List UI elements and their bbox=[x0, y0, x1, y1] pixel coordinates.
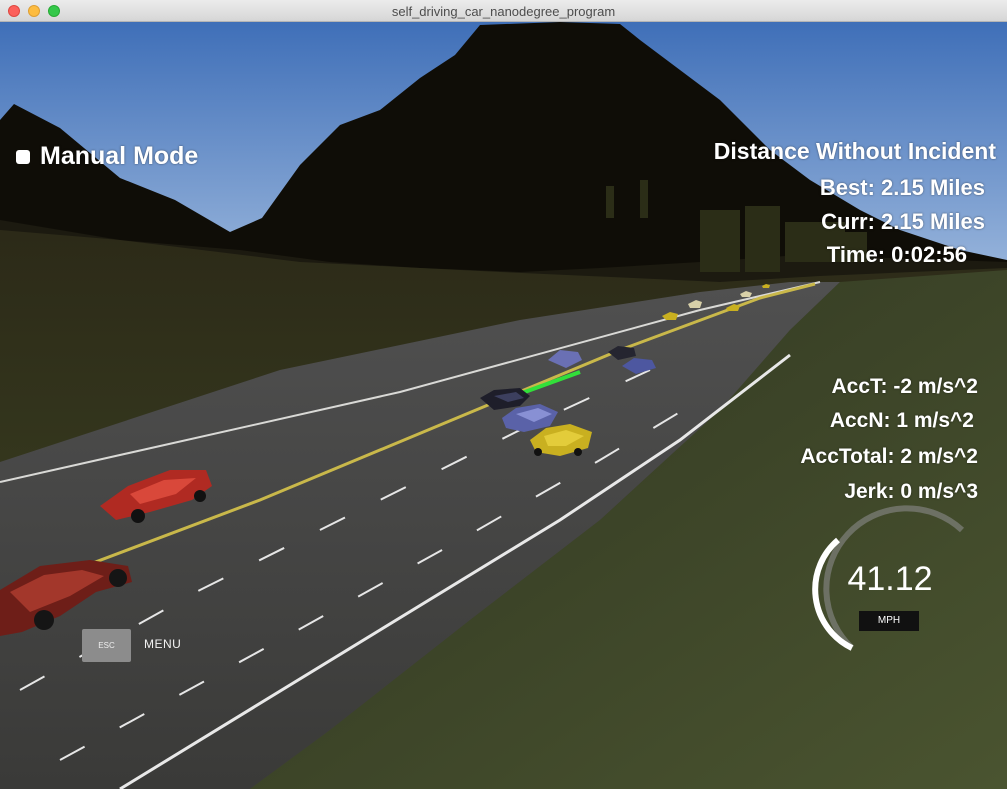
esc-button[interactable]: ESC bbox=[82, 629, 131, 662]
acc-total: AccTotal: 2 m/s^2 bbox=[800, 445, 978, 468]
best-distance: Best: 2.15 Miles bbox=[819, 175, 985, 200]
menu-label[interactable]: MENU bbox=[144, 637, 181, 651]
title-bar: self_driving_car_nanodegree_program bbox=[0, 0, 1007, 22]
acc-normal: AccN: 1 m/s^2 bbox=[829, 409, 974, 432]
manual-mode-label: Manual Mode bbox=[40, 142, 199, 170]
acc-tangential: AccT: -2 m/s^2 bbox=[831, 375, 979, 398]
jerk-readout: Jerk: 0 m/s^3 bbox=[844, 480, 978, 503]
checkbox-icon[interactable] bbox=[16, 149, 30, 164]
app-window: self_driving_car_nanodegree_program Manu… bbox=[0, 0, 1007, 789]
distance-title: Distance Without Incident bbox=[713, 138, 996, 164]
elapsed-time: Time: 0:02:56 bbox=[826, 242, 967, 267]
window-title: self_driving_car_nanodegree_program bbox=[391, 4, 616, 19]
speed-value: 41.12 bbox=[847, 560, 933, 598]
current-distance: Curr: 2.15 Miles bbox=[821, 209, 985, 234]
manual-mode-toggle[interactable]: Manual Mode bbox=[16, 142, 198, 171]
speed-unit: MPH bbox=[859, 611, 919, 631]
